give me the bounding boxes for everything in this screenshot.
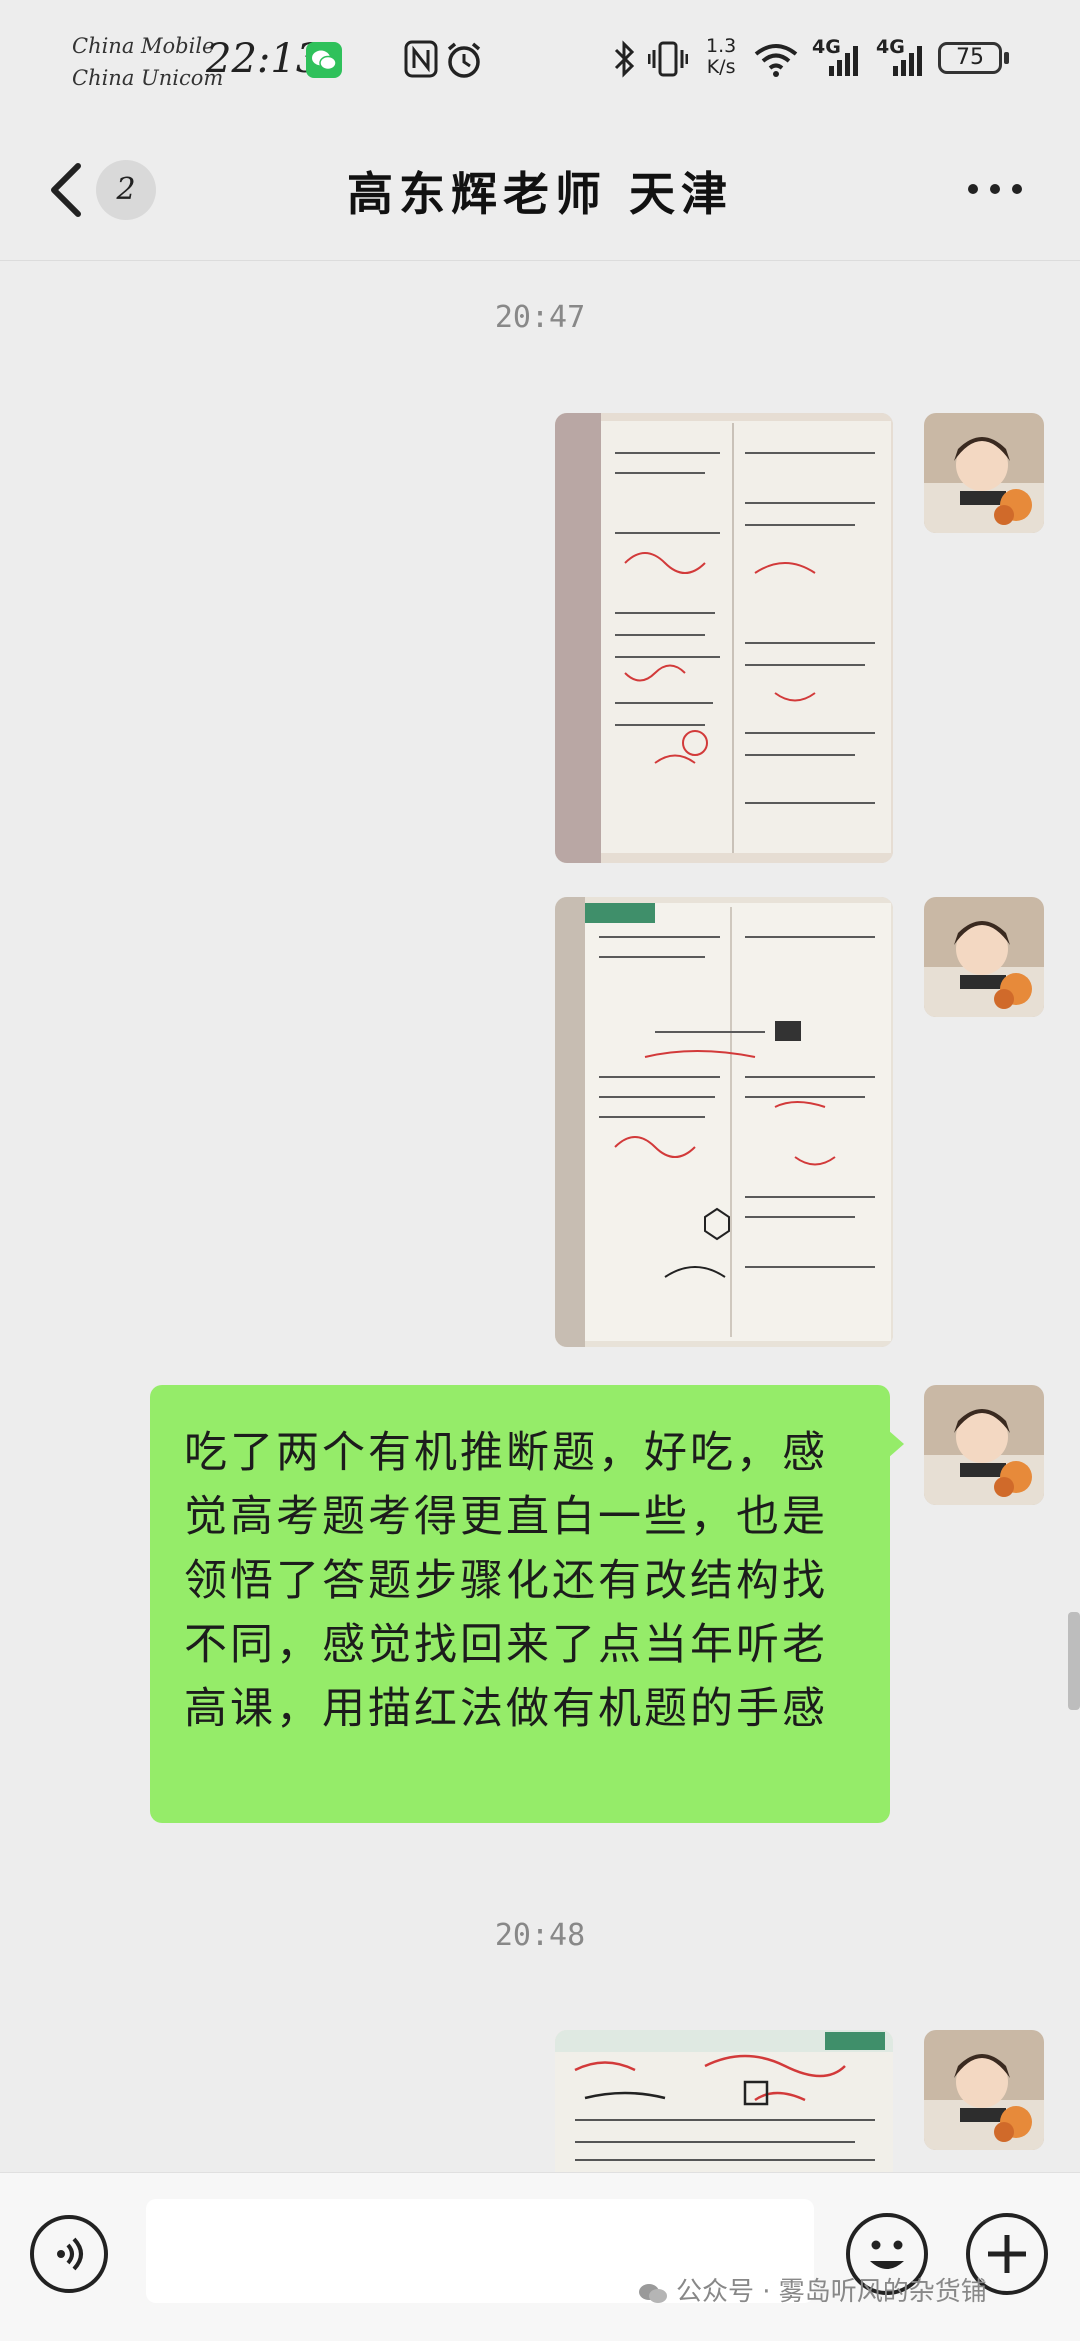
wifi-icon [754,44,798,77]
timestamp: 20:48 [494,1918,586,1953]
input-bar: 公众号 · 雾岛听风的杂货铺 [0,2172,1080,2341]
avatar[interactable] [924,1385,1044,1505]
avatar[interactable] [924,897,1044,1017]
network-speed-value: 1.3 [706,35,737,57]
message-text: 吃了两个有机推断题，好吃，感觉高考题考得更直白一些，也是领悟了答题步骤化还有改结… [184,1428,828,1734]
watermark: 公众号 · 雾岛听风的杂货铺 [638,2271,987,2308]
more-icon[interactable] [968,180,1024,200]
avatar[interactable] [924,413,1044,533]
image-message[interactable] [555,897,893,1347]
image-message[interactable] [555,413,893,863]
wechat-icon [306,42,342,78]
network-speed: 1.3 K/s [706,36,736,78]
vibrate-icon [648,41,688,77]
carrier-2: China Unicom [72,66,224,90]
back-arrow-icon[interactable] [40,158,100,222]
battery-level: 75 [956,45,984,70]
chat-header: 高东辉老师 天津 2 [0,120,1080,261]
battery-tip [1004,52,1009,64]
unread-count-badge[interactable]: 2 [96,160,156,220]
status-time: 22:13 [206,36,322,82]
battery-icon: 75 [938,42,1002,74]
avatar[interactable] [924,2030,1044,2150]
text-message-bubble[interactable]: 吃了两个有机推断题，好吃，感觉高考题考得更直白一些，也是领悟了答题步骤化还有改结… [150,1385,890,1823]
signal-icon [893,46,922,76]
wechat-official-account-icon [639,2283,667,2303]
status-bar: China Mobile China Unicom 22:13 1.3 K/s … [0,0,1080,120]
signal-icon [829,46,858,76]
voice-icon[interactable] [30,2215,108,2293]
carrier-1: China Mobile [72,34,215,58]
bubble-tail [888,1430,904,1458]
nfc-icon [404,40,438,78]
network-speed-unit: K/s [706,56,736,78]
chat-title: 高东辉老师 天津 [346,167,733,221]
image-message[interactable] [555,2030,893,2172]
alarm-icon [447,42,481,78]
carrier-names: China Mobile China Unicom [72,30,223,94]
scrollbar-thumb[interactable] [1068,1612,1080,1710]
watermark-text: 公众号 · 雾岛听风的杂货铺 [676,2277,987,2307]
timestamp: 20:47 [494,300,586,335]
bluetooth-icon [614,40,635,78]
